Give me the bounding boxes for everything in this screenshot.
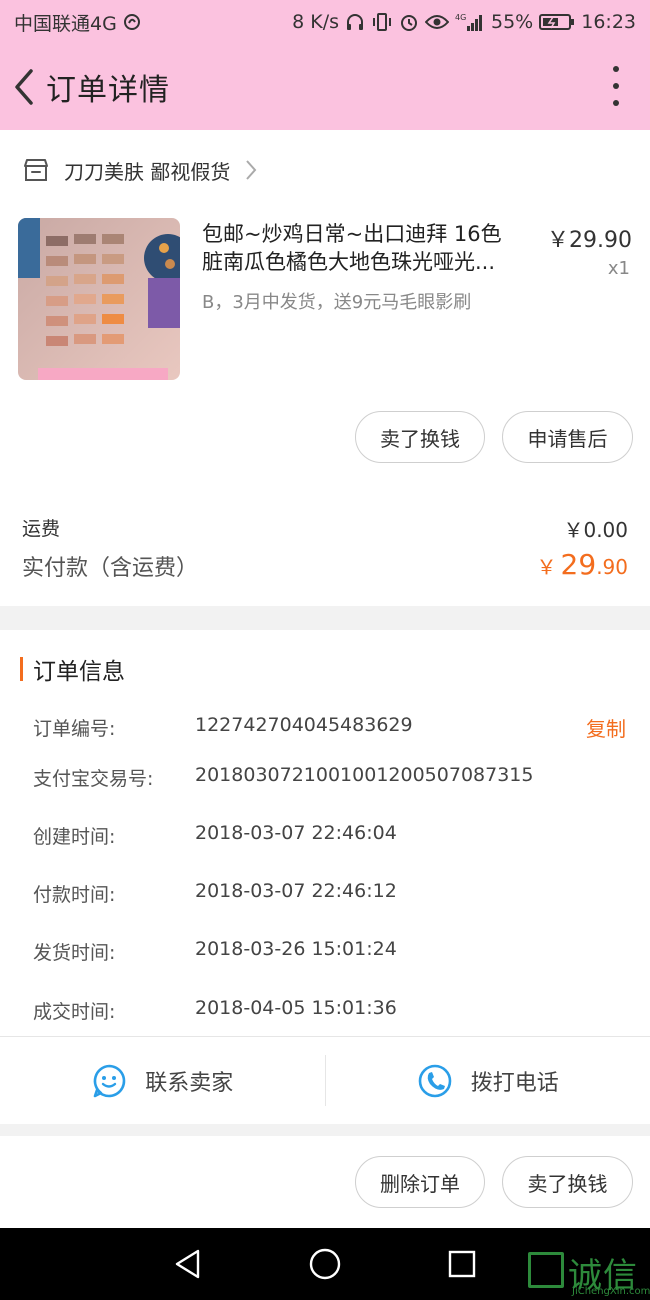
carrier-text: 中国联通4G <box>14 12 117 35</box>
shop-link[interactable]: 刀刀美肤 鄙视假货 <box>22 150 258 190</box>
paid-time-label: 付款时间: <box>33 884 116 906</box>
product-title: 包邮~炒鸡日常~出口迪拜 16色 脏南瓜色橘色大地色珠光哑光... <box>202 220 532 276</box>
vibrate-icon <box>371 12 393 32</box>
product-title-line: 脏南瓜色橘色大地色珠光哑光... <box>202 250 496 274</box>
svg-text:4G: 4G <box>455 13 466 22</box>
heading-accent-bar <box>20 657 23 681</box>
back-button[interactable] <box>2 57 46 117</box>
product-image <box>18 218 180 380</box>
nav-home-button[interactable] <box>300 1239 350 1289</box>
alipay-trade-label: 支付宝交易号: <box>33 768 154 790</box>
contact-seller-button[interactable]: 联系卖家 <box>0 1037 325 1124</box>
nav-recents-button[interactable] <box>437 1239 487 1289</box>
copy-button[interactable]: 复制 <box>586 713 626 742</box>
more-dot-icon <box>613 83 619 89</box>
call-label: 拨打电话 <box>470 1070 559 1096</box>
nav-back-button[interactable] <box>163 1239 213 1289</box>
paid-amount-value: ￥ 29 .90 <box>537 548 628 581</box>
created-time-value: 2018-03-07 22:46:04 <box>195 822 397 844</box>
product-title-line: 包邮~炒鸡日常~出口迪拜 16色 <box>202 222 502 246</box>
shipped-time-label: 发货时间: <box>33 942 116 964</box>
product-price: ￥29.90 <box>547 228 632 253</box>
chevron-left-icon <box>15 69 33 105</box>
contact-bar: 联系卖家 拨打电话 <box>0 1036 650 1124</box>
order-number-label: 订单编号: <box>33 718 116 740</box>
triangle-back-icon <box>176 1249 200 1279</box>
more-options-button[interactable] <box>608 66 624 106</box>
shop-name: 刀刀美肤 鄙视假货 <box>64 159 231 184</box>
battery-percent: 55% <box>491 11 534 33</box>
store-icon <box>24 159 48 181</box>
bottom-actions: 删除订单 卖了换钱 <box>0 1136 650 1228</box>
alarm-icon <box>399 12 419 32</box>
eye-icon <box>425 13 449 31</box>
alipay-trade-value: 2018030721001001200507087315 <box>195 764 534 786</box>
shipping-fee-value: ￥0.00 <box>563 518 628 542</box>
chat-bubble-icon <box>93 1064 126 1097</box>
headphones-icon <box>345 12 365 32</box>
page-title: 订单详情 <box>46 73 170 108</box>
circle-home-icon <box>309 1248 341 1280</box>
delete-order-button[interactable]: 删除订单 <box>355 1156 485 1208</box>
watermark-logo <box>528 1252 564 1288</box>
order-info-card: 订单信息 订单编号: 122742704045483629 复制 支付宝交易号:… <box>0 630 650 1124</box>
clock-time: 16:23 <box>581 11 636 33</box>
network-speed: 8 K/s <box>292 11 339 33</box>
paid-amount-label: 实付款（含运费） <box>22 556 199 581</box>
status-bar: 中国联通4G 8 K/s 4G 55% 16:23 <box>0 0 650 44</box>
sell-button[interactable]: 卖了换钱 <box>355 411 485 463</box>
shipped-time-value: 2018-03-26 15:01:24 <box>195 938 397 960</box>
product-quantity: x1 <box>607 258 630 279</box>
contact-seller-label: 联系卖家 <box>145 1070 234 1096</box>
paid-time-value: 2018-03-07 22:46:12 <box>195 880 397 902</box>
order-info-title: 订单信息 <box>33 659 125 685</box>
watermark-sub: JiChengXin.com <box>572 1286 650 1297</box>
paid-integer: 29 <box>560 548 597 581</box>
app-header: 订单详情 <box>0 44 650 130</box>
created-time-label: 创建时间: <box>33 826 116 848</box>
chevron-right-icon <box>246 160 257 180</box>
square-recents-icon <box>448 1250 475 1278</box>
shipping-fee-label: 运费 <box>22 518 61 540</box>
order-number-value: 122742704045483629 <box>195 714 413 736</box>
sell-button-bottom[interactable]: 卖了换钱 <box>502 1156 633 1208</box>
more-dot-icon <box>613 100 619 106</box>
call-button[interactable]: 拨打电话 <box>326 1037 650 1124</box>
paid-currency: ￥ <box>536 555 557 579</box>
product-spec: B，3月中发货，送9元马毛眼影刷 <box>202 292 472 313</box>
watermark: 诚信 JiChengXin.com <box>528 1244 650 1300</box>
signal-icon: 4G <box>455 12 485 32</box>
hd-call-icon <box>123 13 141 31</box>
phone-icon <box>418 1064 452 1097</box>
completed-time-value: 2018-04-05 15:01:36 <box>195 997 397 1019</box>
order-product-card: 刀刀美肤 鄙视假货 包邮~炒鸡日常~出口迪拜 16色 脏南瓜色橘色大地色珠光哑光… <box>0 130 650 606</box>
battery-icon <box>539 13 575 31</box>
more-dot-icon <box>613 66 619 72</box>
completed-time-label: 成交时间: <box>33 1001 116 1023</box>
product-item[interactable]: 包邮~炒鸡日常~出口迪拜 16色 脏南瓜色橘色大地色珠光哑光... B，3月中发… <box>18 218 632 382</box>
after-sale-button[interactable]: 申请售后 <box>502 411 633 463</box>
paid-decimal: .90 <box>596 555 628 579</box>
order-info-heading: 订单信息 <box>20 654 125 685</box>
